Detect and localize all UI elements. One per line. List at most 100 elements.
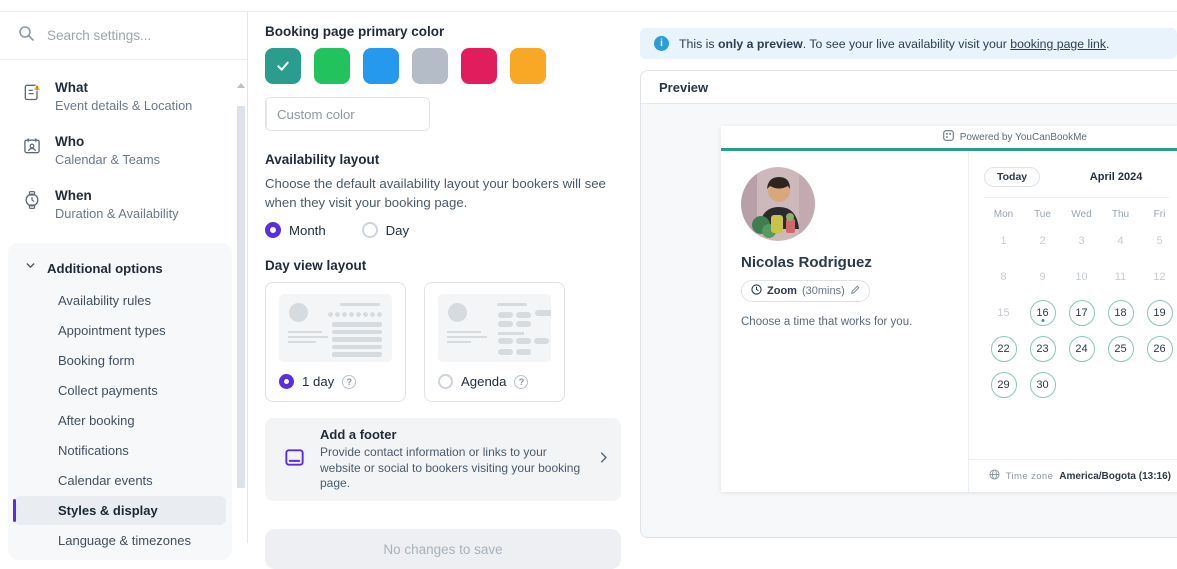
agenda-layout-thumbnail [438,294,551,362]
calendar-cell: 16 [1023,295,1062,331]
day-header-thu: Thu [1112,209,1129,220]
add-footer-banner[interactable]: Add a footer Provide contact information… [265,418,621,501]
save-button[interactable]: No changes to save [265,529,621,569]
sidebar-subitems: Availability rulesAppointment typesBooki… [8,286,232,555]
calendar-day-12: 12 [1153,271,1165,283]
booking-page-link[interactable]: booking page link [1010,37,1106,51]
check-icon [275,58,291,74]
scrollbar-thumb[interactable] [237,106,245,488]
calendar-cell: 25 [1101,331,1140,367]
color-swatch-6[interactable] [510,48,546,84]
additional-options-toggle[interactable]: Additional options [8,251,232,285]
search-icon [18,25,34,46]
calendar-cell: 11 [1101,259,1140,295]
sidebar-item-appointment-types[interactable]: Appointment types [14,316,226,345]
1day-help-icon[interactable]: ? [342,375,356,389]
calendar-day-2: 2 [1039,235,1045,247]
section-subtitle: Event details & Location [55,98,192,113]
1day-label: 1 day [302,374,334,389]
section-title: Who [55,134,160,149]
calendar-teams-icon [22,136,42,161]
meeting-type-pill[interactable]: Zoom (30mins) [741,280,870,302]
availability-option-day[interactable]: Day [362,222,409,238]
radio-1day[interactable] [279,374,294,389]
calendar-cell: 18 [1101,295,1140,331]
color-swatch-4[interactable] [412,48,448,84]
preview-info-banner: i This is only a preview. To see your li… [640,28,1177,59]
additional-options-label: Additional options [47,261,163,276]
calendar-cell: 15 [984,295,1023,331]
layout-card-agenda[interactable]: Agenda ? [424,282,565,402]
footer-icon [283,446,306,474]
meeting-duration: (30mins) [802,285,845,297]
additional-options-card: Additional options Availability rulesApp… [8,243,232,560]
calendar-day-11: 11 [1115,271,1126,283]
calendar-cell: 1 [984,223,1023,259]
sidebar-item-collect-payments[interactable]: Collect payments [14,376,226,405]
sidebar-item-language-timezones[interactable]: Language & timezones [14,526,226,555]
event-details-icon [22,82,42,107]
sidebar-item-when[interactable]: WhenDuration & Availability [8,179,232,233]
calendar-day-29[interactable]: 29 [991,372,1017,398]
calendar-cell: 24 [1062,331,1101,367]
calendar-day-19[interactable]: 19 [1147,300,1173,326]
search-settings-row [0,12,247,60]
calendar-month-label: April 2024 [1040,171,1177,183]
sidebar-item-notifications[interactable]: Notifications [14,436,226,465]
color-swatch-5[interactable] [461,48,497,84]
sidebar-item-booking-form[interactable]: Booking form [14,346,226,375]
sidebar-item-availability-rules[interactable]: Availability rules [14,286,226,315]
globe-icon [989,467,1000,485]
calendar-day-25[interactable]: 25 [1108,336,1134,362]
section-subtitle: Calendar & Teams [55,152,160,167]
color-swatches [265,48,621,84]
avatar [741,167,815,241]
calendar-day-16[interactable]: 16 [1030,300,1056,326]
color-swatch-2[interactable] [314,48,350,84]
layout-card-1day[interactable]: 1 day ? [265,282,406,402]
preview-body: Powered by YouCanBookMe [641,104,1177,538]
calendar-day-17[interactable]: 17 [1069,300,1095,326]
calendar-cell: 2 [1023,223,1062,259]
preview-column: i This is only a preview. To see your li… [640,28,1177,538]
scrollbar-up-arrow-icon[interactable] [237,83,245,88]
availability-option-month[interactable]: Month [265,222,326,238]
calendar-day-26[interactable]: 26 [1147,336,1173,362]
color-swatch-1-selected[interactable] [265,48,301,84]
day-header-wed: Wed [1071,209,1091,220]
radio-day[interactable] [362,222,378,238]
add-footer-description: Provide contact information or links to … [320,445,582,492]
availability-layout-description: Choose the default availability layout y… [265,174,621,212]
sidebar-item-after-booking[interactable]: After booking [14,406,226,435]
calendar-cell: 23 [1023,331,1062,367]
radio-month[interactable] [265,222,281,238]
sidebar-item-what[interactable]: WhatEvent details & Location [8,71,232,125]
duration-icon [22,190,42,215]
radio-agenda[interactable] [438,374,453,389]
calendar-day-30[interactable]: 30 [1030,372,1056,398]
calendar-cell: 10 [1062,259,1101,295]
edit-pencil-icon[interactable] [850,285,860,298]
calendar-cell: 9 [1023,259,1062,295]
calendar-day-23[interactable]: 23 [1030,336,1056,362]
calendar-cell: 26 [1140,331,1177,367]
calendar-cell: 3 [1062,223,1101,259]
custom-color-input[interactable] [267,98,430,130]
color-swatch-3[interactable] [363,48,399,84]
calendar-cell: 19 [1140,295,1177,331]
calendar-day-24[interactable]: 24 [1069,336,1095,362]
timezone-label: Time zone [1006,471,1054,482]
sidebar-item-styles-display[interactable]: Styles & display [14,496,226,525]
timezone-row[interactable]: Time zone America/Bogota (13:16) [969,459,1177,492]
agenda-help-icon[interactable]: ? [514,375,528,389]
sidebar-scrollbar[interactable] [236,61,246,543]
calendar-day-22[interactable]: 22 [991,336,1017,362]
add-footer-title: Add a footer [320,427,582,442]
sidebar-item-who[interactable]: Who Calendar & Teams [8,125,232,179]
availability-layout-title: Availability layout [265,152,621,167]
today-button[interactable]: Today [984,167,1040,187]
sidebar-item-calendar-events[interactable]: Calendar events [14,466,226,495]
search-settings-input[interactable] [45,27,205,44]
calendar-day-18[interactable]: 18 [1108,300,1134,326]
calendar-cell: 30 [1023,367,1062,403]
